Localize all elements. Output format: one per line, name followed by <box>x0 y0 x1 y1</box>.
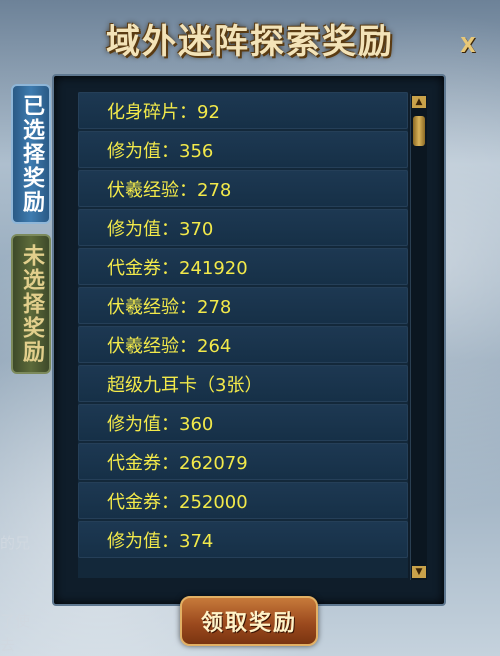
scroll-thumb[interactable] <box>413 116 425 146</box>
reward-row: 修为值：360 <box>78 404 408 441</box>
reward-scrollbar[interactable]: ▲ ▼ <box>410 94 427 580</box>
window-title: 域外迷阵探索奖励 <box>106 22 394 62</box>
tab-selected-rewards[interactable]: 已选择奖励 <box>11 84 51 224</box>
reward-list: 化身碎片：92 修为值：356 伏羲经验：278 修为值：370 代金券：241… <box>78 92 408 578</box>
background-text: 去 <box>0 636 16 654</box>
reward-row: 修为值：374 <box>78 521 408 558</box>
reward-row: 化身碎片：92 <box>78 92 408 129</box>
reward-row: 代金券：262079 <box>78 443 408 480</box>
reward-row: 伏羲经验：278 <box>78 287 408 324</box>
reward-row: 代金券：252000 <box>78 482 408 519</box>
reward-row: 伏羲经验：278 <box>78 170 408 207</box>
close-button[interactable]: X <box>455 32 481 58</box>
claim-reward-button[interactable]: 领取奖励 <box>180 596 318 646</box>
reward-row: 超级九耳卡（3张） <box>78 365 408 402</box>
background-text: 的兄 <box>0 534 31 552</box>
scroll-up-icon[interactable]: ▲ <box>412 96 426 108</box>
reward-row: 修为值：356 <box>78 131 408 168</box>
background-text: 了使 <box>0 612 31 630</box>
reward-row: 代金券：241920 <box>78 248 408 285</box>
tab-bar: 已选择奖励 未选择奖励 <box>11 84 53 384</box>
scroll-down-icon[interactable]: ▼ <box>412 566 426 578</box>
reward-row: 伏羲经验：264 <box>78 326 408 363</box>
tab-unselected-rewards[interactable]: 未选择奖励 <box>11 234 51 374</box>
reward-row: 修为值：370 <box>78 209 408 246</box>
